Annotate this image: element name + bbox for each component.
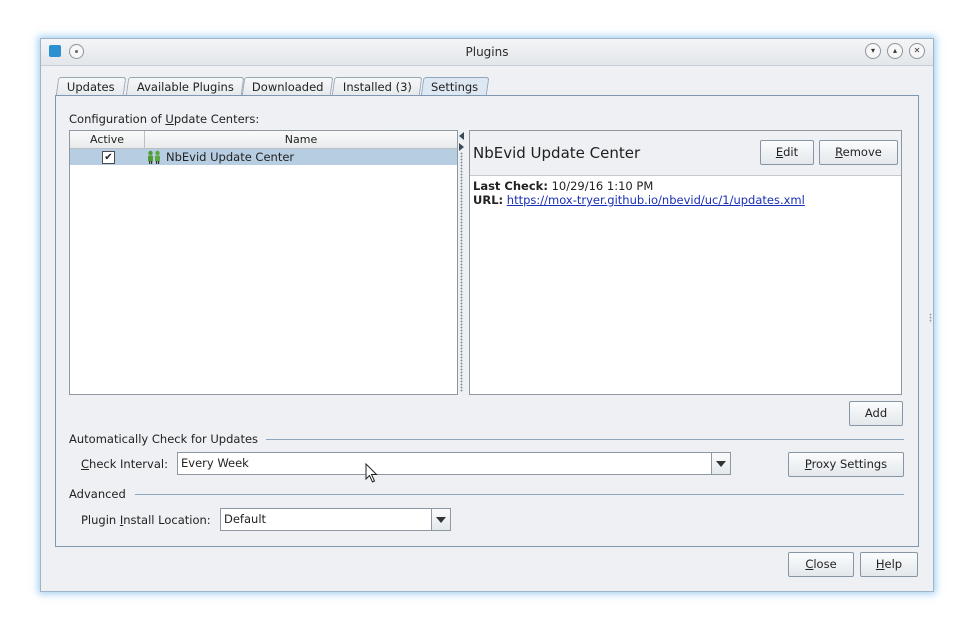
tab-label: Installed (3) [342, 80, 412, 94]
remove-button[interactable]: Remove [819, 140, 898, 165]
tab-label: Updates [67, 80, 115, 94]
resize-grip[interactable] [929, 313, 932, 323]
collapse-right-icon[interactable] [459, 143, 464, 151]
column-header-name[interactable]: Name [145, 131, 457, 149]
people-icon [148, 150, 160, 164]
chevron-down-icon[interactable] [711, 453, 730, 474]
install-location-label: Plugin Install Location: [81, 513, 211, 527]
update-url-link[interactable]: https://mox-tryer.github.io/nbevid/uc/1/… [507, 193, 805, 207]
tab-label: Settings [431, 80, 479, 94]
update-centers-label: Configuration of Update Centers: [69, 112, 260, 126]
separator [135, 494, 904, 495]
window-title: Plugins [465, 45, 509, 59]
mouse-pointer-icon [365, 463, 378, 483]
plugins-window: Plugins ▾ ▴ ✕ Updates Available Plugins … [40, 38, 934, 592]
maximize-button[interactable]: ▴ [887, 43, 903, 59]
tab-settings[interactable]: Settings [420, 77, 490, 97]
update-center-detail: NbEvid Update Center Edit Remove Last Ch… [469, 130, 902, 395]
tab-label: Available Plugins [136, 80, 234, 94]
table-row[interactable]: ✔ NbEvid Update Center [70, 149, 457, 165]
add-button[interactable]: Add [849, 401, 903, 426]
active-checkbox[interactable]: ✔ [102, 151, 115, 164]
close-window-button[interactable]: ✕ [909, 43, 925, 59]
tab-downloaded[interactable]: Downloaded [241, 77, 334, 96]
check-interval-value: Every Week [181, 456, 249, 470]
check-interval-label: Check Interval: [81, 457, 168, 471]
splitter-grip[interactable] [460, 152, 463, 392]
detail-title: NbEvid Update Center [473, 144, 641, 162]
close-button[interactable]: Close [788, 552, 854, 577]
settings-panel: Configuration of Update Centers: Active … [55, 95, 919, 547]
tab-updates[interactable]: Updates [55, 77, 127, 96]
check-interval-select[interactable]: Every Week [177, 452, 731, 475]
tab-available-plugins[interactable]: Available Plugins [125, 77, 245, 96]
install-location-select[interactable]: Default [220, 508, 451, 531]
splitter[interactable] [458, 130, 466, 395]
url-row: URL: https://mox-tryer.github.io/nbevid/… [473, 193, 805, 207]
auto-check-heading: Automatically Check for Updates [69, 432, 259, 446]
separator [266, 439, 904, 440]
detail-header: NbEvid Update Center Edit Remove [470, 131, 901, 176]
advanced-heading: Advanced [69, 487, 126, 501]
title-bar[interactable]: Plugins ▾ ▴ ✕ [41, 39, 933, 66]
proxy-settings-button[interactable]: Proxy Settings [788, 452, 904, 477]
update-centers-table[interactable]: Active Name ✔ NbEvid Update Center [69, 130, 458, 395]
edit-button[interactable]: Edit [760, 140, 814, 165]
tab-label: Downloaded [251, 80, 324, 94]
collapse-left-icon[interactable] [459, 132, 464, 140]
install-location-value: Default [224, 512, 267, 526]
tab-installed[interactable]: Installed (3) [331, 77, 423, 96]
help-button[interactable]: Help [860, 552, 918, 577]
column-header-active[interactable]: Active [70, 131, 145, 149]
update-center-name: NbEvid Update Center [166, 150, 295, 164]
last-check-row: Last Check: 10/29/16 1:10 PM [473, 179, 654, 193]
minimize-button[interactable]: ▾ [865, 43, 881, 59]
chevron-down-icon[interactable] [431, 509, 450, 530]
